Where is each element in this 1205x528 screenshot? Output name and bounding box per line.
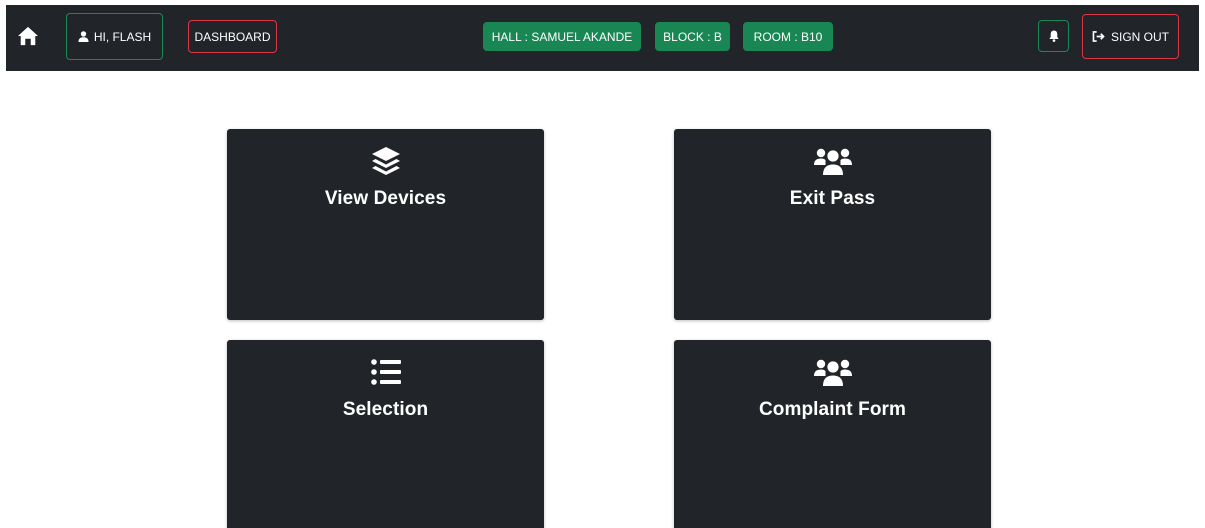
view-devices-card[interactable]: View Devices [227,129,544,320]
user-icon [78,31,89,42]
block-badge: BLOCK : B [655,22,730,51]
complaint-form-title: Complaint Form [758,399,907,420]
exit-pass-title: Exit Pass [789,188,876,209]
selection-title: Selection [342,399,429,420]
complaint-form-card[interactable]: Complaint Form [674,340,991,528]
dashboard-label: DASHBOARD [194,29,271,44]
sign-out-icon [1092,31,1105,42]
dashboard-button[interactable]: DASHBOARD [188,20,277,53]
list-icon [370,359,401,385]
exit-pass-card[interactable]: Exit Pass [674,129,991,320]
room-badge: ROOM : B10 [743,22,833,51]
users-icon [813,148,852,175]
layers-icon [371,147,400,175]
navbar: HI, FLASH DASHBOARD HALL : SAMUEL AKANDE… [6,5,1199,71]
hall-badge: HALL : SAMUEL AKANDE [483,22,641,51]
sign-out-label: SIGN OUT [1110,29,1169,44]
home-button[interactable] [16,24,40,48]
user-greeting-button[interactable]: HI, FLASH [66,13,163,60]
view-devices-title: View Devices [324,188,447,209]
bell-icon [1048,30,1059,42]
selection-card[interactable]: Selection [227,340,544,528]
users-icon [813,359,852,386]
user-greeting-label: HI, FLASH [93,29,152,44]
page: HI, FLASH DASHBOARD HALL : SAMUEL AKANDE… [0,0,1205,528]
sign-out-button[interactable]: SIGN OUT [1082,14,1179,59]
notifications-button[interactable] [1038,20,1069,52]
home-icon [18,26,38,46]
